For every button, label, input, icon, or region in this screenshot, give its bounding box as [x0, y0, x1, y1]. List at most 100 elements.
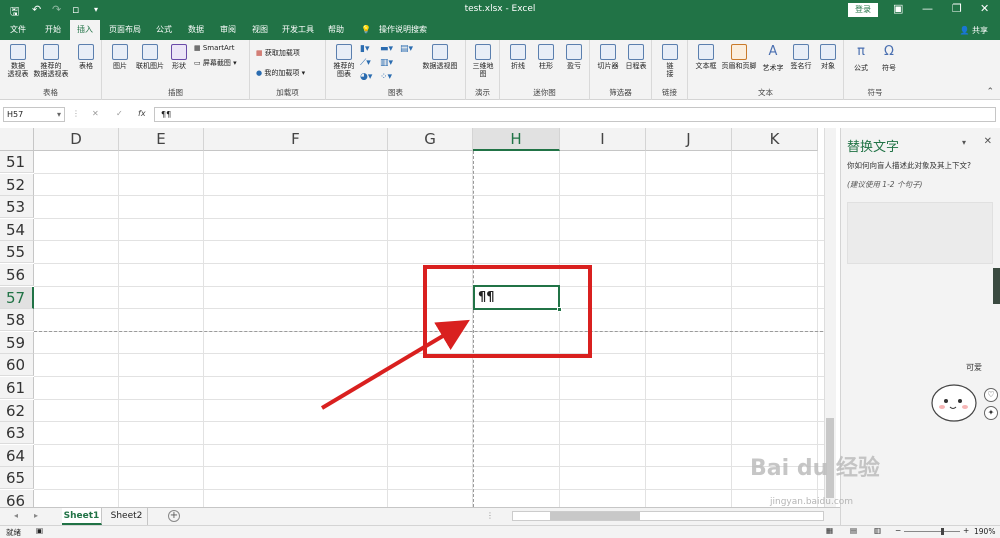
row-header-54[interactable]: 54 [0, 218, 34, 241]
row-header-60[interactable]: 60 [0, 354, 34, 377]
column-header-f[interactable]: F [204, 128, 388, 151]
zoom-slider-thumb[interactable] [941, 528, 944, 535]
zoom-out-icon[interactable]: − [895, 526, 901, 535]
add-sheet-icon[interactable]: + [168, 510, 180, 522]
insert-function-icon[interactable]: fx [138, 109, 146, 118]
pane-close-icon[interactable]: ✕ [984, 136, 992, 147]
page-break-view-icon[interactable]: ▥ [874, 526, 881, 535]
row-header-64[interactable]: 64 [0, 444, 34, 467]
tab-review[interactable]: 审阅 [214, 20, 242, 40]
tab-home[interactable]: 开始 [38, 20, 68, 40]
symbol-button[interactable]: Ω 符号 [876, 44, 902, 72]
sparkline-column-button[interactable]: 柱形 [534, 44, 558, 70]
share-button[interactable]: 👤 共享 [959, 25, 988, 36]
row-header-61[interactable]: 61 [0, 377, 34, 399]
tab-formulas[interactable]: 公式 [150, 20, 178, 40]
signature-line-button[interactable]: 签名行 [788, 44, 814, 70]
row-header-56[interactable]: 56 [0, 264, 34, 286]
row-header-51[interactable]: 51 [0, 151, 34, 173]
minimize-icon[interactable]: — [922, 2, 933, 15]
tab-developer[interactable]: 开发工具 [278, 20, 318, 40]
tell-me-search[interactable]: 操作说明搜索 [374, 20, 432, 40]
tab-help[interactable]: 帮助 [322, 20, 350, 40]
stat-chart-icon[interactable]: ▥▾ [380, 58, 393, 68]
prev-sheet-icon[interactable]: ◂ [14, 511, 18, 520]
column-header-k[interactable]: K [732, 128, 818, 151]
recommended-pivot-button[interactable]: 推荐的 数据透视表 [32, 44, 70, 78]
table-button[interactable]: 表格 [74, 44, 98, 70]
sparkline-winloss-button[interactable]: 盈亏 [562, 44, 586, 70]
recommended-charts-button[interactable]: 推荐的 图表 [330, 44, 358, 78]
enter-icon[interactable]: ✓ [116, 109, 123, 118]
restore-icon[interactable]: ❐ [952, 2, 962, 15]
tab-file[interactable]: 文件 [4, 20, 32, 40]
hierarchy-chart-icon[interactable]: ▤▾ [400, 44, 413, 54]
page-layout-view-icon[interactable]: ▤ [850, 526, 857, 535]
textbox-button[interactable]: 文本框 [692, 44, 720, 70]
pane-options-icon[interactable]: ▾ [962, 138, 966, 147]
tab-view[interactable]: 视图 [246, 20, 274, 40]
select-all-corner[interactable] [0, 128, 34, 151]
column-header-e[interactable]: E [119, 128, 204, 151]
horizontal-scroll-thumb[interactable] [550, 512, 640, 520]
tab-data[interactable]: 数据 [182, 20, 210, 40]
picture-button[interactable]: 图片 [108, 44, 132, 70]
shapes-button[interactable]: 形状 [168, 44, 190, 70]
link-button[interactable]: 链 接 [658, 44, 682, 78]
tab-page-layout[interactable]: 页面布局 [104, 20, 146, 40]
close-icon[interactable]: ✕ [980, 2, 989, 15]
column-header-h[interactable]: H [473, 128, 560, 151]
tab-split-icon[interactable]: ⋮ [486, 511, 494, 520]
3d-map-button[interactable]: 三维地 图 [470, 44, 496, 78]
row-header-65[interactable]: 65 [0, 467, 34, 490]
pie-chart-icon[interactable]: ◕▾ [360, 72, 372, 82]
zoom-in-icon[interactable]: + [963, 526, 969, 535]
smartart-button[interactable]: ▦ SmartArt [194, 44, 234, 52]
row-header-62[interactable]: 62 [0, 399, 34, 422]
tab-insert[interactable]: 插入 [70, 20, 100, 40]
timeline-button[interactable]: 日程表 [622, 44, 650, 70]
collapse-ribbon-icon[interactable]: ⌃ [986, 87, 994, 97]
row-header-66[interactable]: 66 [0, 490, 34, 507]
row-header-59[interactable]: 59 [0, 331, 34, 354]
online-picture-button[interactable]: 联机图片 [134, 44, 166, 70]
column-chart-icon[interactable]: ▮▾ [360, 44, 369, 54]
scatter-chart-icon[interactable]: ⁘▾ [380, 72, 392, 82]
column-header-d[interactable]: D [34, 128, 119, 151]
sheet-tab-sheet2[interactable]: Sheet2 [106, 508, 148, 525]
column-header-i[interactable]: I [560, 128, 646, 151]
formula-input[interactable]: ¶¶ [154, 107, 996, 122]
column-header-j[interactable]: J [646, 128, 732, 151]
zoom-slider[interactable] [904, 531, 960, 532]
slicer-button[interactable]: 切片器 [594, 44, 622, 70]
pivot-chart-button[interactable]: 数据透视图 [418, 44, 462, 70]
cancel-icon[interactable]: ✕ [92, 109, 99, 118]
name-box[interactable]: H57 ▾ [3, 107, 65, 122]
zoom-level[interactable]: 190% [974, 527, 995, 536]
equation-button[interactable]: π 公式 [848, 44, 874, 72]
worksheet-grid[interactable]: D E F G H I J K 51 52 53 54 55 56 57 58 59 60 61 62 63 64 65 66… [0, 128, 828, 507]
side-handle[interactable] [993, 268, 1000, 304]
wordart-button[interactable]: A 艺术字 [760, 44, 786, 72]
object-button[interactable]: 对象 [816, 44, 840, 70]
sheet-tab-sheet1[interactable]: Sheet1 [62, 508, 102, 525]
get-addins-button[interactable]: ▦ 获取加载项 [256, 48, 300, 58]
login-button[interactable]: 登录 [848, 3, 878, 17]
next-sheet-icon[interactable]: ▸ [34, 511, 38, 520]
screenshot-button[interactable]: ▭ 屏幕截图 ▾ [194, 58, 237, 68]
bar-chart-icon[interactable]: ▬▾ [380, 44, 393, 54]
row-header-55[interactable]: 55 [0, 241, 34, 264]
my-addins-button[interactable]: ● 我的加载项 ▾ [256, 68, 305, 78]
macro-record-icon[interactable]: ▣ [36, 526, 43, 535]
share-side-icon[interactable]: ♡ [984, 388, 998, 402]
row-header-57[interactable]: 57 [0, 286, 34, 309]
row-header-58[interactable]: 58 [0, 309, 34, 332]
normal-view-icon[interactable]: ▦ [826, 526, 833, 535]
pivot-table-button[interactable]: 数据 透视表 [4, 44, 32, 78]
line-chart-icon[interactable]: ⟋▾ [360, 58, 371, 68]
ribbon-display-icon[interactable]: ▣ [893, 2, 903, 15]
row-header-53[interactable]: 53 [0, 196, 34, 219]
row-header-52[interactable]: 52 [0, 173, 34, 196]
sparkline-line-button[interactable]: 折线 [506, 44, 530, 70]
alt-text-input[interactable] [847, 202, 993, 264]
